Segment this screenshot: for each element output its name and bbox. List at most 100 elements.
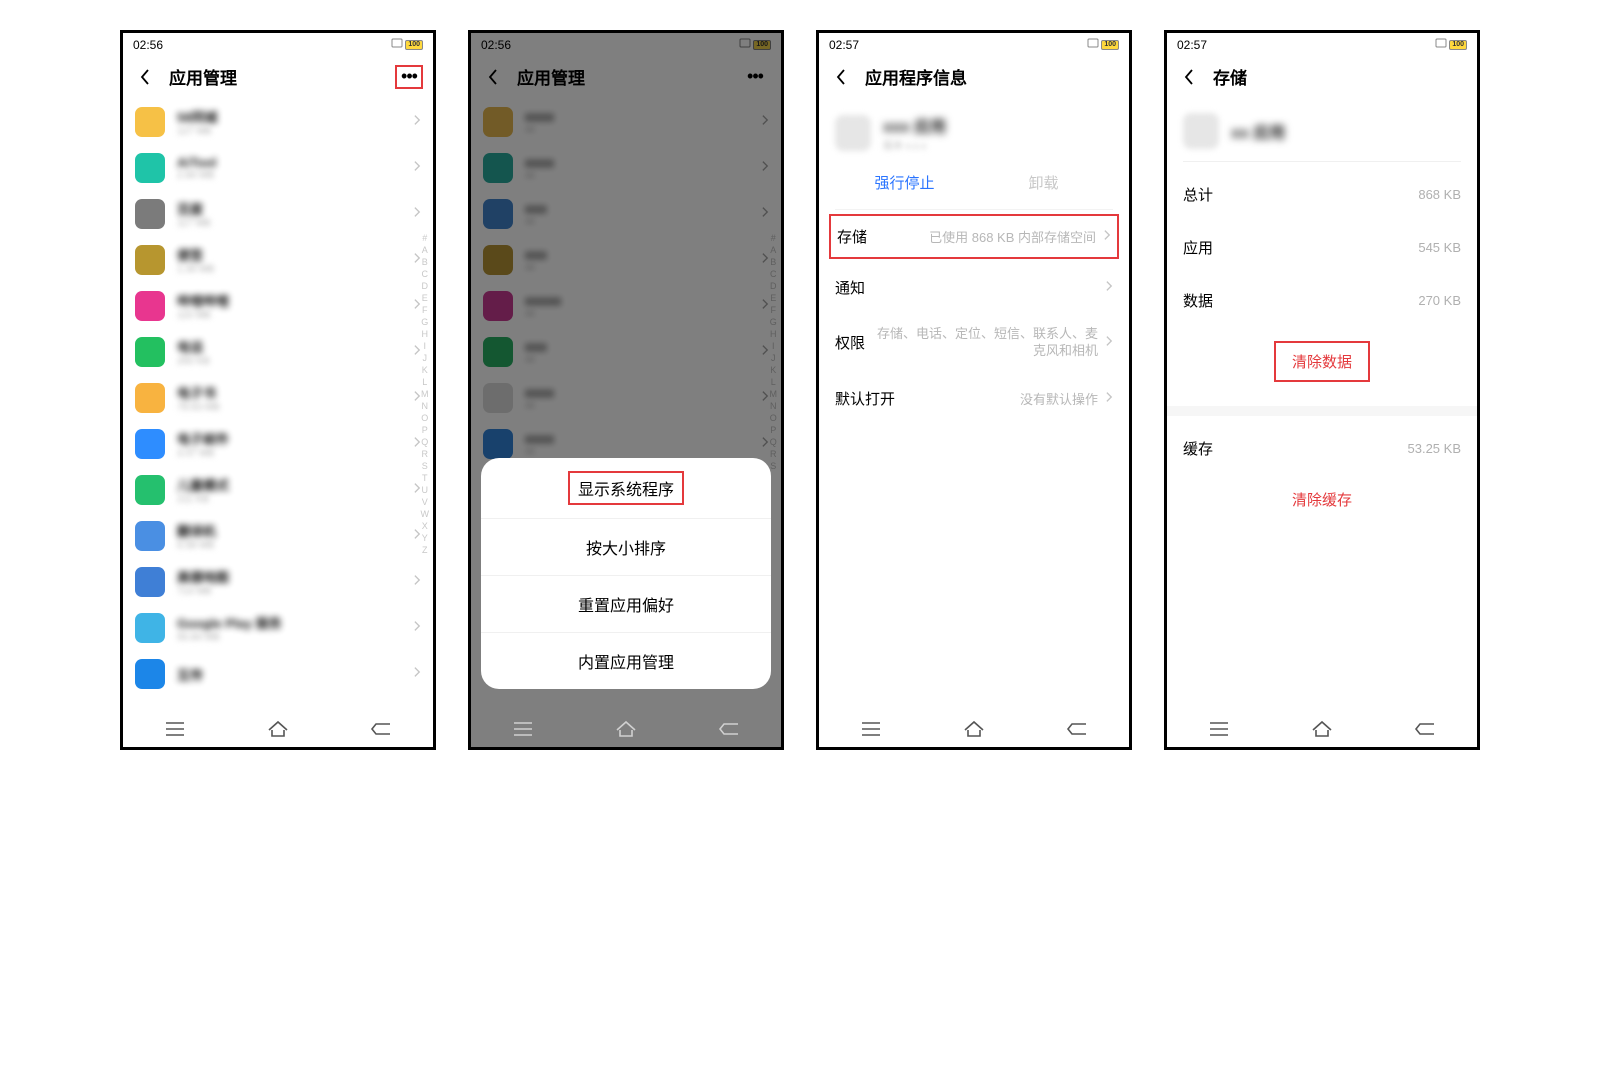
chevron-right-icon xyxy=(414,665,421,683)
cache-label: 缓存 xyxy=(1183,438,1213,459)
app-row[interactable]: 电话250 KB xyxy=(135,329,421,375)
app-icon xyxy=(135,429,165,459)
clear-data-button[interactable]: 清除数据 xyxy=(1183,327,1461,400)
app-header: xxx 应用 版本 x.x.x xyxy=(835,99,1113,158)
open-default-label: 默认打开 xyxy=(835,388,895,409)
app-size: 127 MB xyxy=(177,126,414,137)
status-right: 100 xyxy=(1435,37,1467,52)
screen-storage: 02:57 100 存储 xx 应用 总计 868 KB 应用 545 KB xyxy=(1164,30,1480,750)
app-row[interactable]: 电子书79.63 MB xyxy=(135,375,421,421)
open-by-default-row[interactable]: 默认打开 没有默认操作 xyxy=(835,374,1113,423)
app-row[interactable]: 58同城127 MB xyxy=(135,99,421,145)
app-icon xyxy=(135,475,165,505)
status-right: 100 xyxy=(391,37,423,52)
app-size: 79.63 MB xyxy=(177,402,414,413)
notifications-label: 通知 xyxy=(835,277,865,298)
action-buttons: 强行停止 卸载 xyxy=(835,158,1113,210)
menu-reset-app-prefs[interactable]: 重置应用偏好 xyxy=(481,576,771,633)
nav-home-icon[interactable] xyxy=(615,720,637,738)
menu-show-system-apps[interactable]: 显示系统程序 xyxy=(481,458,771,519)
screen-app-list-menu: 02:56 100 应用管理 ••• xxxxxx xxxxxx xxxxx x… xyxy=(468,30,784,750)
app-row[interactable]: Google Play 服务55.84 MB xyxy=(135,605,421,651)
app-list[interactable]: 58同城127 MB AiTool2.84 MB 百度117 MB 便签1.34… xyxy=(123,99,433,697)
menu-builtin-app-mgmt[interactable]: 内置应用管理 xyxy=(481,633,771,689)
app-icon xyxy=(135,659,165,689)
data-size-label: 数据 xyxy=(1183,290,1213,311)
app-name: xxx 应用 xyxy=(883,113,946,137)
app-size: 714 MB xyxy=(177,586,414,597)
nav-menu-icon[interactable] xyxy=(860,721,882,737)
back-button[interactable] xyxy=(135,67,155,87)
app-row[interactable]: AiTool2.84 MB xyxy=(135,145,421,191)
app-row[interactable]: 儿童模式211 KB xyxy=(135,467,421,513)
nav-bar xyxy=(819,711,1129,747)
storage-row[interactable]: 存储 已使用 868 KB 内部存储空间 xyxy=(829,214,1119,259)
app-size: 2.84 MB xyxy=(177,170,414,181)
app-header: xx 应用 xyxy=(1183,99,1461,155)
app-size: 115 MB xyxy=(177,310,414,321)
header: 存储 xyxy=(1167,54,1477,99)
nav-home-icon[interactable] xyxy=(267,720,289,738)
clear-cache-button[interactable]: 清除缓存 xyxy=(1183,475,1461,528)
app-row[interactable]: 互传 xyxy=(135,651,421,697)
app-row[interactable]: 高德地图714 MB xyxy=(135,559,421,605)
screen-app-info: 02:57 100 应用程序信息 xxx 应用 版本 x.x.x 强行停止 卸载… xyxy=(816,30,1132,750)
app-name: 电子书 xyxy=(177,383,414,402)
sim-icon xyxy=(1435,37,1447,52)
page-title: 应用程序信息 xyxy=(865,64,967,89)
app-name: 儿童模式 xyxy=(177,475,414,494)
app-icon xyxy=(135,107,165,137)
nav-menu-icon[interactable] xyxy=(512,721,534,737)
app-row[interactable]: 百度117 MB xyxy=(135,191,421,237)
nav-menu-icon[interactable] xyxy=(1208,721,1230,737)
sim-icon xyxy=(391,37,403,52)
total-value: 868 KB xyxy=(1418,184,1461,205)
app-icon xyxy=(135,337,165,367)
status-bar: 02:57 100 xyxy=(819,33,1129,54)
cache-value: 53.25 KB xyxy=(1408,438,1462,459)
chevron-right-icon xyxy=(1106,279,1113,296)
alpha-index[interactable]: #ABCDEFGHIJKLMNOPQRSTUVWXYZ xyxy=(421,233,430,555)
permissions-row[interactable]: 权限 存储、电话、定位、短信、联系人、麦克风和相机 xyxy=(835,312,1113,374)
app-size-row: 应用 545 KB xyxy=(1183,221,1461,274)
nav-back-icon[interactable] xyxy=(370,722,392,736)
chevron-right-icon xyxy=(414,159,421,177)
nav-bar xyxy=(123,711,433,747)
uninstall-button[interactable]: 卸载 xyxy=(974,172,1113,193)
app-icon xyxy=(135,199,165,229)
status-time: 02:56 xyxy=(133,38,163,52)
sim-icon xyxy=(1087,37,1099,52)
app-row[interactable]: 电子邮件3.47 MB xyxy=(135,421,421,467)
permissions-label: 权限 xyxy=(835,332,865,353)
back-button[interactable] xyxy=(831,67,851,87)
nav-back-icon[interactable] xyxy=(1066,722,1088,736)
storage-label: 存储 xyxy=(837,226,867,247)
nav-back-icon[interactable] xyxy=(718,722,740,736)
app-icon xyxy=(135,245,165,275)
app-name: 便签 xyxy=(177,245,414,264)
total-label: 总计 xyxy=(1183,184,1213,205)
notifications-row[interactable]: 通知 xyxy=(835,263,1113,312)
back-button[interactable] xyxy=(1179,67,1199,87)
app-size: 3.47 MB xyxy=(177,448,414,459)
action-sheet: 显示系统程序 按大小排序 重置应用偏好 内置应用管理 xyxy=(481,458,771,689)
app-name: Google Play 服务 xyxy=(177,613,414,632)
status-bar: 02:57 100 xyxy=(1167,33,1477,54)
app-icon xyxy=(835,115,871,151)
menu-sort-by-size[interactable]: 按大小排序 xyxy=(481,519,771,576)
app-name: 互传 xyxy=(177,665,414,684)
permissions-value: 存储、电话、定位、短信、联系人、麦克风和相机 xyxy=(865,326,1106,360)
app-row[interactable]: 便签1.34 MB xyxy=(135,237,421,283)
status-time: 02:57 xyxy=(1177,38,1207,52)
nav-home-icon[interactable] xyxy=(1311,720,1333,738)
app-size: 117 MB xyxy=(177,218,414,229)
more-menu-button[interactable]: ••• xyxy=(395,65,423,89)
app-row[interactable]: 哔哩哔哩115 MB xyxy=(135,283,421,329)
nav-home-icon[interactable] xyxy=(963,720,985,738)
nav-menu-icon[interactable] xyxy=(164,721,186,737)
force-stop-button[interactable]: 强行停止 xyxy=(835,172,974,193)
nav-back-icon[interactable] xyxy=(1414,722,1436,736)
app-name: 百度 xyxy=(177,199,414,218)
app-name: 翻译机 xyxy=(177,521,414,540)
app-row[interactable]: 翻译机6.58 MB xyxy=(135,513,421,559)
